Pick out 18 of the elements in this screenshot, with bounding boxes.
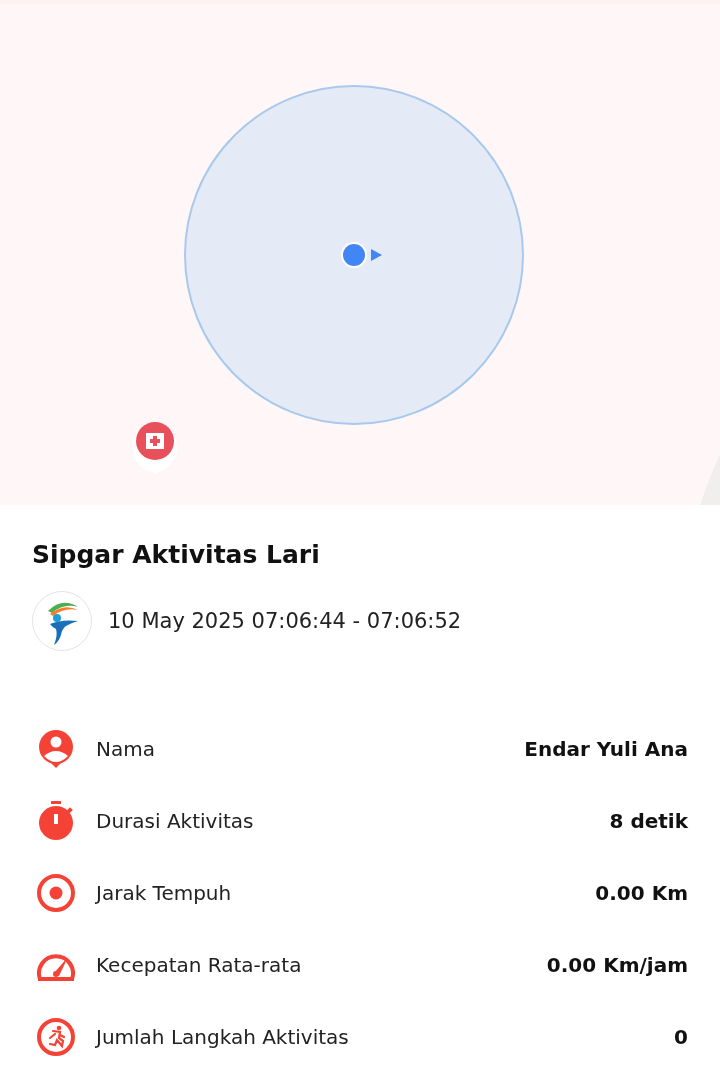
person-pin-icon <box>36 729 76 769</box>
stat-value: 8 detik <box>609 809 688 833</box>
stat-value: 0 <box>674 1025 688 1049</box>
app-logo-icon <box>32 591 92 651</box>
stat-label: Nama <box>96 737 156 761</box>
stat-value: Endar Yuli Ana <box>524 737 688 761</box>
stat-label: Jumlah Langkah Aktivitas <box>96 1025 350 1049</box>
stat-label: Kecepatan Rata-rata <box>96 953 303 977</box>
stat-label: Durasi Aktivitas <box>96 809 255 833</box>
activity-title: Sipgar Aktivitas Lari <box>32 539 321 571</box>
target-icon <box>36 873 76 913</box>
stat-value: 0.00 Km/jam <box>546 953 688 977</box>
stopwatch-icon <box>36 801 76 841</box>
location-marker-icon <box>340 241 384 269</box>
stat-value: 0.00 Km <box>595 881 688 905</box>
activity-time-range: 10 May 2025 07:06:44 - 07:06:52 <box>108 609 462 633</box>
stat-label: Jarak Tempuh <box>96 881 233 905</box>
running-person-icon <box>36 1017 76 1057</box>
